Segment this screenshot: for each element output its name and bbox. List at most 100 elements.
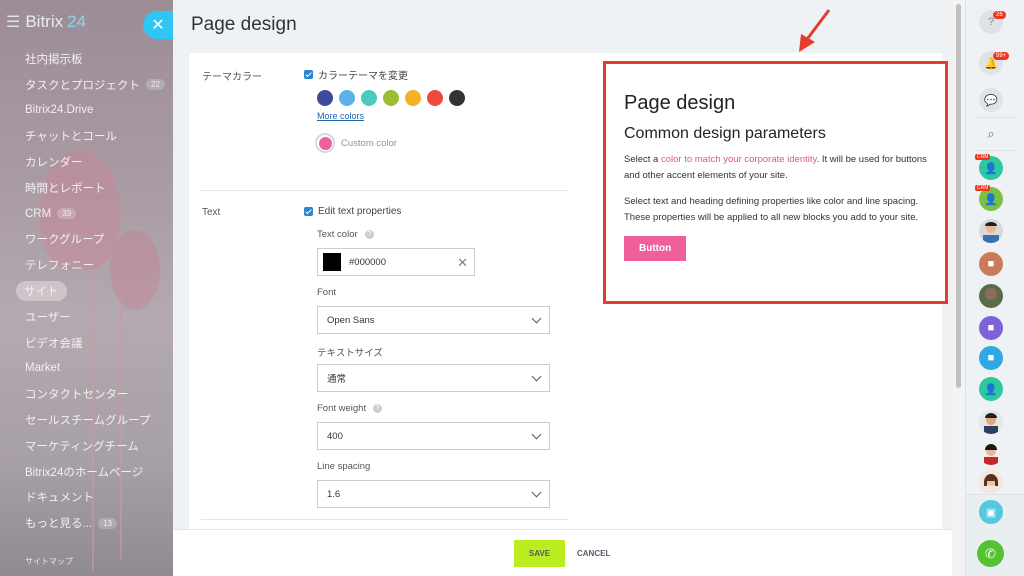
close-slider-button[interactable]: ✕ [143,11,173,39]
color-swatch[interactable] [339,90,355,106]
theme-color-label: テーマカラー [202,72,262,83]
divider [201,519,569,520]
preview-button[interactable]: Button [624,236,687,261]
contact-icon[interactable]: 👤 [979,377,1003,401]
sidebar-item-count: 13 [98,517,117,529]
font-weight-select-value: 400 [327,430,343,442]
design-preview: Page design Common design parameters Sel… [603,61,948,304]
sidebar-item[interactable]: 社内掲示板 [0,46,173,72]
save-button[interactable]: SAVE [514,540,565,567]
settings-form: テーマカラー カラーテーマを変更 More colors Custom colo… [189,53,948,529]
menu-burger-icon[interactable]: ☰ [6,12,20,32]
color-swatch[interactable] [361,90,377,106]
color-swatch[interactable] [405,90,421,106]
avatar[interactable] [979,284,1003,308]
avatar[interactable] [979,441,1003,465]
preview-text: Select a [624,154,661,165]
left-sidebar: ☰ Bitrix 24 社内掲示板 タスクとプロジェクト 22 Bitrix24.Dr… [0,0,173,576]
text-section-label: Text [202,207,221,218]
sidebar-item[interactable]: Market [0,356,173,382]
design-panel: Page design テーマカラー カラーテーマを変更 More colors… [173,0,952,576]
avatar[interactable] [979,410,1003,434]
sidebar-menu: 社内掲示板 タスクとプロジェクト 22 Bitrix24.Drive チャットとコールカ… [0,46,173,536]
sidebar-item-label: 時間とレポート [25,182,106,195]
sidebar-item-label: テレフォニー [25,260,94,273]
font-weight-select[interactable]: 400 [317,422,550,450]
open-lines-icon[interactable]: ▣ [979,500,1003,524]
preview-heading: Page design [624,92,736,114]
search-icon[interactable]: ⌕ [979,122,1003,146]
help-badge: 26 [993,11,1006,19]
sidebar-item-label: セールスチームグループ [25,415,151,428]
video-call-icon[interactable]: ■ [979,346,1003,370]
custom-color-swatch[interactable] [315,133,335,153]
sidebar-item[interactable]: カレンダー [0,149,173,175]
sidebar-item[interactable]: Bitrix24のホームページ [0,459,173,485]
sidebar-item-label: コンタクトセンター [25,389,129,402]
sidebar-item[interactable]: ドキュメント [0,485,173,511]
text-checkbox[interactable] [304,207,313,216]
sidebar-item[interactable]: コンタクトセンター [0,381,173,407]
help-icon[interactable]: ? [373,404,383,413]
divider [201,190,569,191]
sidebar-item[interactable]: テレフォニー [0,252,173,278]
chevron-down-icon [531,313,542,324]
sidebar-item[interactable]: Bitrix24.Drive [0,98,173,124]
sidebar-item-label: サイト [16,281,67,302]
sidebar-item[interactable]: ビデオ会議 [0,330,173,356]
font-select-value: Open Sans [327,314,375,326]
sidebar-item[interactable]: セールスチームグループ [0,407,173,433]
avatar[interactable] [979,470,1003,494]
sidebar-item-label: ユーザー [25,311,71,324]
sidebar-item-label: CRM [25,207,52,220]
sidebar-item-label: マーケティングチーム [25,440,139,453]
brand[interactable]: ☰ Bitrix 24 [6,12,86,32]
theme-checkbox-row[interactable]: カラーテーマを変更 [304,67,408,82]
custom-color-option[interactable]: Custom color [315,133,397,153]
avatar[interactable] [979,219,1003,243]
cancel-button[interactable]: CANCEL [577,540,610,567]
sidebar-item[interactable]: ワークグループ [0,227,173,253]
text-size-select[interactable]: 通常 [317,364,550,392]
custom-color-label: Custom color [341,137,397,149]
sidebar-item-count: 33 [57,208,77,220]
color-swatch[interactable] [427,90,443,106]
preview-paragraph-1: Select a color to match your corporate i… [624,152,927,184]
color-swatch[interactable] [383,90,399,106]
sidebar-item-label: チャットとコール [25,131,117,144]
sidebar-item[interactable]: チャットとコール [0,123,173,149]
sidebar-item-label: ワークグループ [25,234,105,247]
annotation-arrow-icon [799,9,831,52]
phone-icon[interactable]: ✆ [977,540,1004,567]
font-select[interactable]: Open Sans [317,306,550,334]
scrollbar-thumb[interactable] [956,4,961,388]
video-call-icon[interactable]: ■ [979,316,1003,340]
sidebar-item[interactable]: マーケティングチーム [0,433,173,459]
video-call-icon[interactable]: ■ [979,252,1003,276]
sidebar-item[interactable]: 時間とレポート [0,175,173,201]
sidebar-item-label: Bitrix24.Drive [25,104,94,117]
sitemap-link[interactable]: サイトマップ [25,556,73,567]
sidebar-item[interactable]: もっと見る... 13 [0,510,173,536]
color-swatch[interactable] [317,90,333,106]
more-colors-link[interactable]: More colors [317,111,364,121]
chat-icon[interactable]: 💬 [979,88,1003,112]
sidebar-item[interactable]: サイト [0,278,173,304]
help-icon[interactable]: ? [364,230,374,239]
brand-name: Bitrix [25,12,64,31]
text-checkbox-row[interactable]: Edit text properties [304,206,401,217]
color-swatch[interactable] [449,90,465,106]
color-swatches [317,90,465,106]
text-color-preview[interactable] [323,253,341,271]
sidebar-item[interactable]: タスクとプロジェクト 22 [0,72,173,98]
sidebar-item-label: ビデオ会議 [25,337,83,350]
divider [974,117,1016,118]
theme-checkbox[interactable] [304,70,313,79]
sidebar-item[interactable]: CRM 33 [0,201,173,227]
text-color-label: Text color ? [317,229,374,240]
clear-icon[interactable]: ✕ [457,255,468,271]
sidebar-item[interactable]: ユーザー [0,304,173,330]
text-size-label: テキストサイズ [317,348,383,359]
line-spacing-select[interactable]: 1.6 [317,480,550,508]
text-color-input[interactable]: #000000 ✕ [317,248,475,276]
